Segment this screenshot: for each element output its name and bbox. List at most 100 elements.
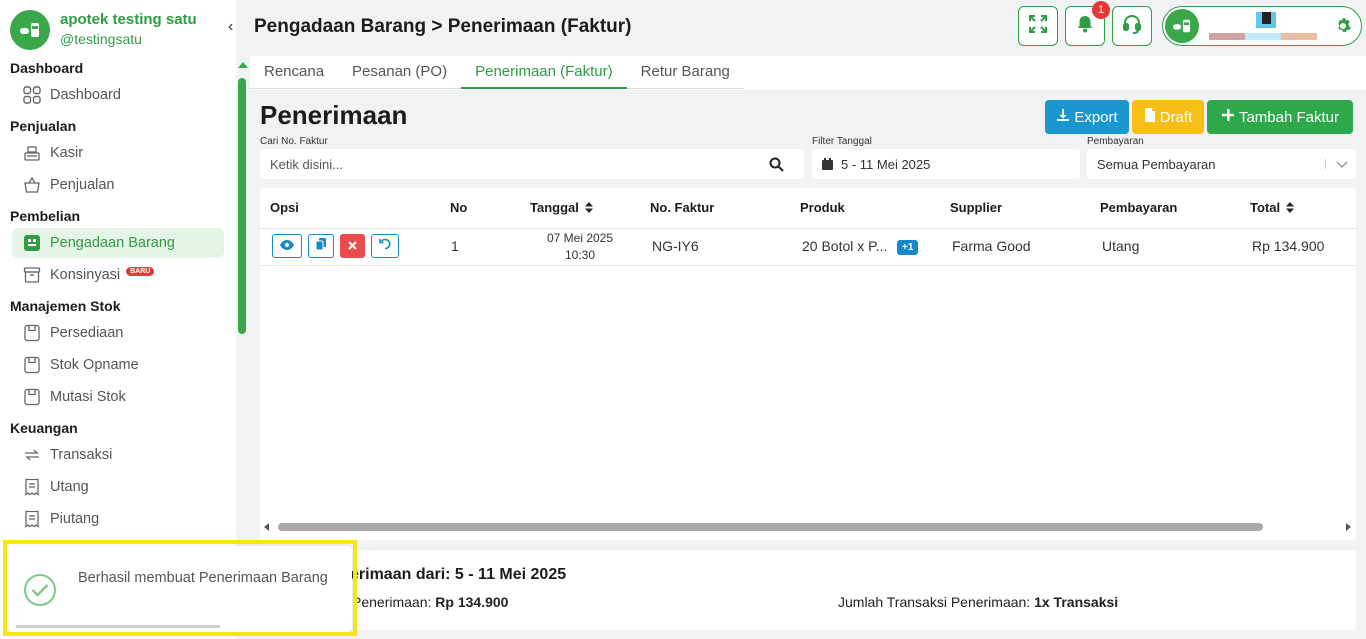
column-header-tanggal-label: Tanggal (530, 200, 579, 215)
sidebar-item-piutang[interactable]: Piutang (12, 504, 224, 534)
sidebar-item-dashboard[interactable]: Dashboard (12, 80, 224, 110)
undo-icon (379, 237, 391, 255)
column-header-total[interactable]: Total (1250, 200, 1295, 215)
archive-box-icon (22, 265, 42, 285)
column-header-no-faktur: No. Faktur (650, 200, 715, 215)
cell-total: Rp 134.900 (1252, 238, 1325, 254)
sidebar-item-kasir[interactable]: Kasir (12, 138, 224, 168)
sidebar-collapse-button[interactable]: ‹ (228, 18, 233, 36)
column-header-tanggal[interactable]: Tanggal (530, 200, 593, 215)
settings-gear-icon[interactable] (1335, 18, 1351, 39)
sidebar-menu: Dashboard Dashboard Penjualan Kasir Penj… (0, 58, 236, 535)
export-label: Export (1074, 108, 1118, 126)
cell-pembayaran: Utang (1102, 238, 1140, 254)
notification-button[interactable]: 1 (1065, 1, 1110, 46)
notification-count-badge: 1 (1092, 1, 1110, 19)
inventory-icon (22, 323, 42, 343)
cash-register-icon (22, 143, 42, 163)
scroll-left-arrow-icon[interactable] (264, 523, 269, 531)
tab-pesanan-po[interactable]: Pesanan (PO) (338, 56, 462, 89)
table-header-divider (260, 228, 1356, 229)
tab-rencana[interactable]: Rencana (250, 56, 339, 89)
menu-section-manajemen-stok: Manajemen Stok (10, 298, 121, 314)
column-header-total-label: Total (1250, 200, 1281, 215)
tab-retur-barang[interactable]: Retur Barang (626, 56, 744, 89)
copy-button[interactable] (308, 234, 334, 258)
tab-penerimaan-faktur[interactable]: Penerimaan (Faktur) (461, 56, 627, 89)
scroll-right-arrow-icon[interactable] (1346, 523, 1351, 531)
cell-tanggal-date: 07 Mei 2025 (546, 231, 614, 245)
stock-opname-icon (22, 355, 42, 375)
cell-tanggal-time: 10:30 (564, 248, 596, 262)
procurement-tabs: Rencana Pesanan (PO) Penerimaan (Faktur)… (250, 56, 1366, 90)
fullscreen-button[interactable] (1018, 6, 1058, 46)
payment-select-value: Semua Pembayaran (1097, 156, 1216, 172)
summary-total-value: Rp 134.900 (435, 594, 509, 610)
sidebar-item-label: Konsinyasi (50, 267, 121, 283)
column-header-no: No (450, 200, 468, 215)
more-products-badge[interactable]: +1 (897, 240, 919, 255)
sidebar-item-stok-opname[interactable]: Stok Opname (12, 350, 224, 380)
sidebar-item-label: Piutang (50, 511, 100, 527)
select-separator (1325, 159, 1326, 169)
cell-no: 1 (451, 238, 459, 254)
sidebar-item-label: Mutasi Stok (50, 389, 126, 405)
sidebar-scroll-thumb[interactable] (238, 78, 246, 334)
sidebar-item-persediaan[interactable]: Persediaan (12, 318, 224, 348)
cell-supplier: Farma Good (952, 238, 1031, 254)
date-filter-value: 5 - 11 Mei 2025 (841, 156, 931, 172)
search-icon[interactable] (769, 157, 784, 175)
column-header-produk: Produk (800, 200, 845, 215)
date-filter-field[interactable]: 5 - 11 Mei 2025 (812, 149, 1080, 179)
redacted-user-name (1209, 12, 1319, 40)
sidebar-item-pengadaan-barang[interactable]: Pengadaan Barang (12, 228, 224, 258)
add-invoice-button[interactable]: Tambah Faktur (1207, 100, 1353, 134)
column-header-supplier: Supplier (950, 200, 1003, 215)
transaction-icon (22, 445, 42, 465)
procurement-icon (22, 233, 42, 253)
sidebar-item-label: Kasir (50, 145, 84, 161)
expand-icon (1028, 14, 1048, 39)
menu-section-penjualan: Penjualan (10, 118, 77, 134)
payment-select[interactable]: Semua Pembayaran (1087, 149, 1356, 179)
close-icon (348, 237, 357, 255)
sidebar-item-transaksi[interactable]: Transaksi (12, 440, 224, 470)
add-invoice-label: Tambah Faktur (1238, 108, 1340, 126)
date-filter-label: Filter Tanggal (812, 136, 872, 147)
sidebar-item-label: Dashboard (50, 87, 121, 103)
sidebar-item-utang[interactable]: Utang (12, 472, 224, 502)
summary-panel: erimaan dari: 5 - 11 Mei 2025 Penerimaan… (260, 550, 1356, 630)
plus-icon (1221, 108, 1239, 126)
sidebar-item-label: Pengadaan Barang (50, 235, 175, 251)
table-horizontal-scroll-thumb[interactable] (278, 523, 1263, 531)
export-button[interactable]: Export (1045, 100, 1129, 134)
search-input[interactable] (270, 156, 804, 172)
sidebar-item-label: Utang (50, 479, 89, 495)
menu-section-pembelian: Pembelian (10, 208, 81, 224)
sidebar-item-mutasi-stok[interactable]: Mutasi Stok (12, 382, 224, 412)
delete-button[interactable] (340, 234, 365, 258)
sidebar-item-konsinyasi[interactable]: Konsinyasi BARU (12, 260, 224, 290)
content-title: Penerimaan (260, 100, 408, 130)
sidebar-item-label: Stok Opname (50, 357, 139, 373)
scroll-up-arrow-icon[interactable] (238, 62, 248, 68)
undo-button[interactable] (371, 234, 399, 258)
stock-mutation-icon (22, 387, 42, 407)
support-button[interactable] (1112, 6, 1152, 46)
draft-button[interactable]: Draft (1132, 100, 1204, 134)
view-button[interactable] (272, 234, 302, 258)
row-divider (260, 265, 1356, 266)
summary-title: erimaan dari: 5 - 11 Mei 2025 (350, 566, 567, 583)
cell-tanggal: 07 Mei 2025 10:30 (526, 230, 634, 264)
user-profile-menu[interactable] (1162, 6, 1362, 46)
page-title: Pengadaan Barang > Penerimaan (Faktur) (254, 16, 632, 37)
column-header-pembayaran: Pembayaran (1100, 200, 1178, 215)
eye-icon (280, 237, 294, 255)
download-icon (1056, 108, 1074, 126)
sidebar-item-penjualan[interactable]: Penjualan (12, 170, 224, 200)
pharmacy-logo-icon (10, 10, 50, 50)
receipt-icon (22, 509, 42, 529)
sort-icon (1286, 202, 1295, 213)
headset-icon (1121, 13, 1143, 40)
payment-filter-label: Pembayaran (1087, 136, 1144, 147)
